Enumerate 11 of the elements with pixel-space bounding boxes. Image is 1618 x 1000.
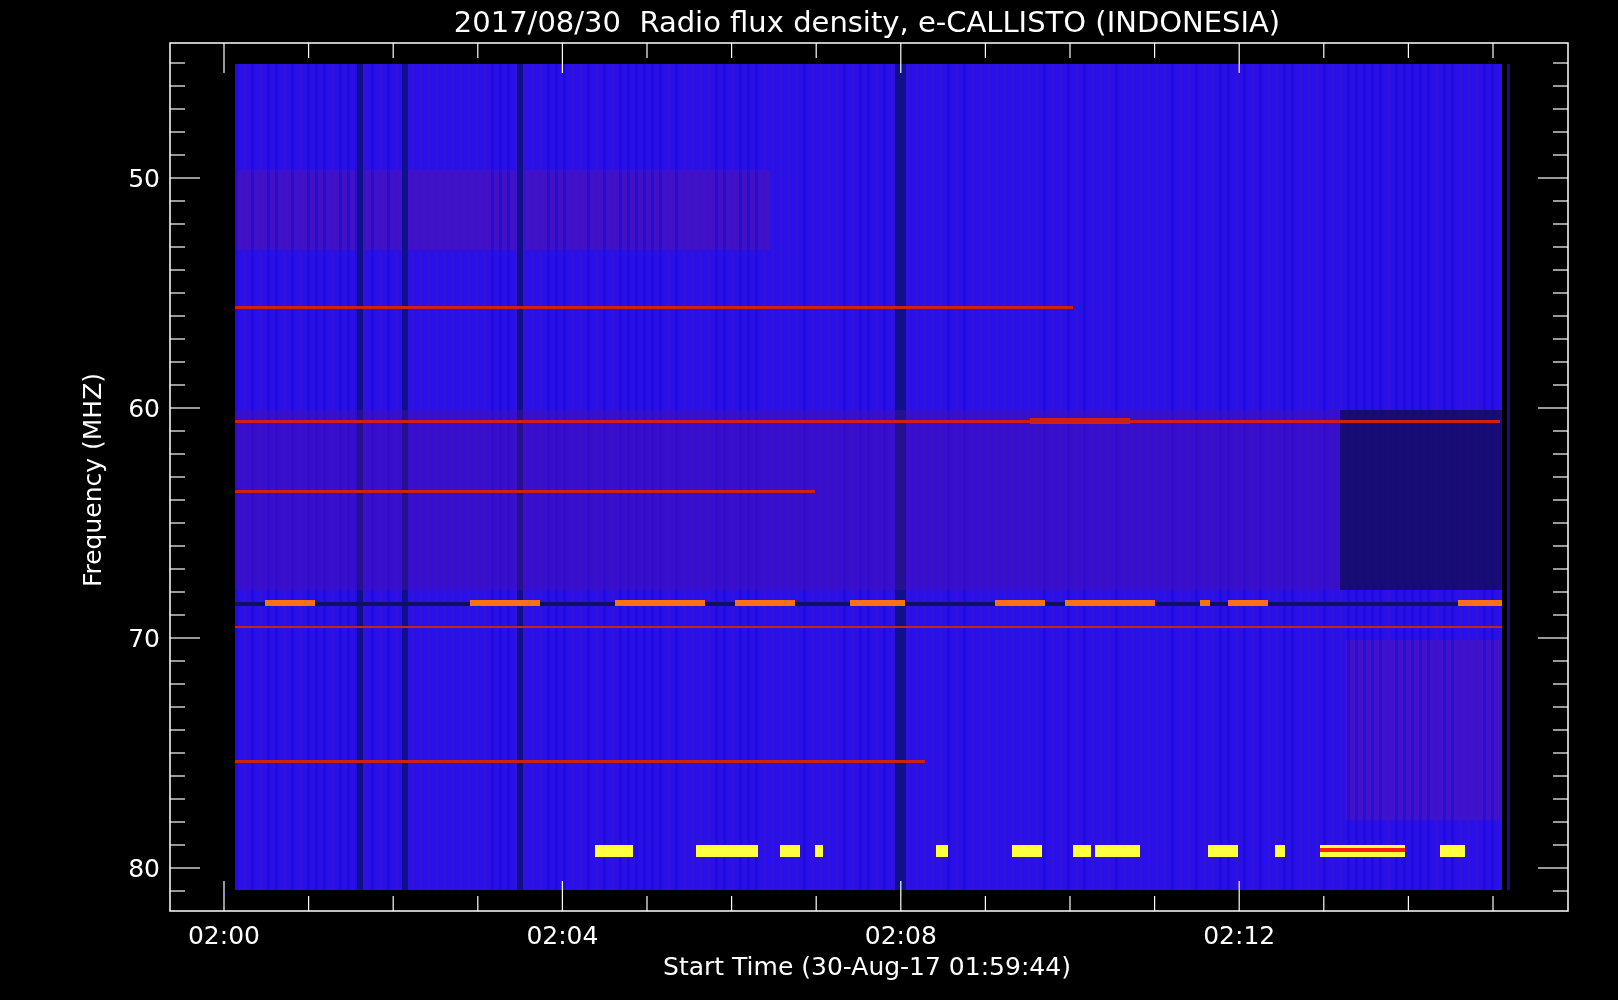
x-axis-label: Start Time (30-Aug-17 01:59:44) [663,952,1071,981]
y-tick-label: 70 [128,624,160,653]
x-tick-label: 02:00 [188,921,260,950]
x-tick-label: 02:08 [864,921,937,950]
x-tick-label: 02:12 [1203,921,1276,950]
y-tick-label: 60 [128,394,160,423]
chart-title: 2017/08/30 Radio flux density, e-CALLISTO (INDONESIA) [453,5,1281,39]
x-tick-label: 02:04 [526,921,599,950]
y-axis-label: Frequency (MHZ) [78,372,107,588]
y-tick-label: 50 [128,164,160,193]
y-tick-label: 80 [128,854,160,883]
